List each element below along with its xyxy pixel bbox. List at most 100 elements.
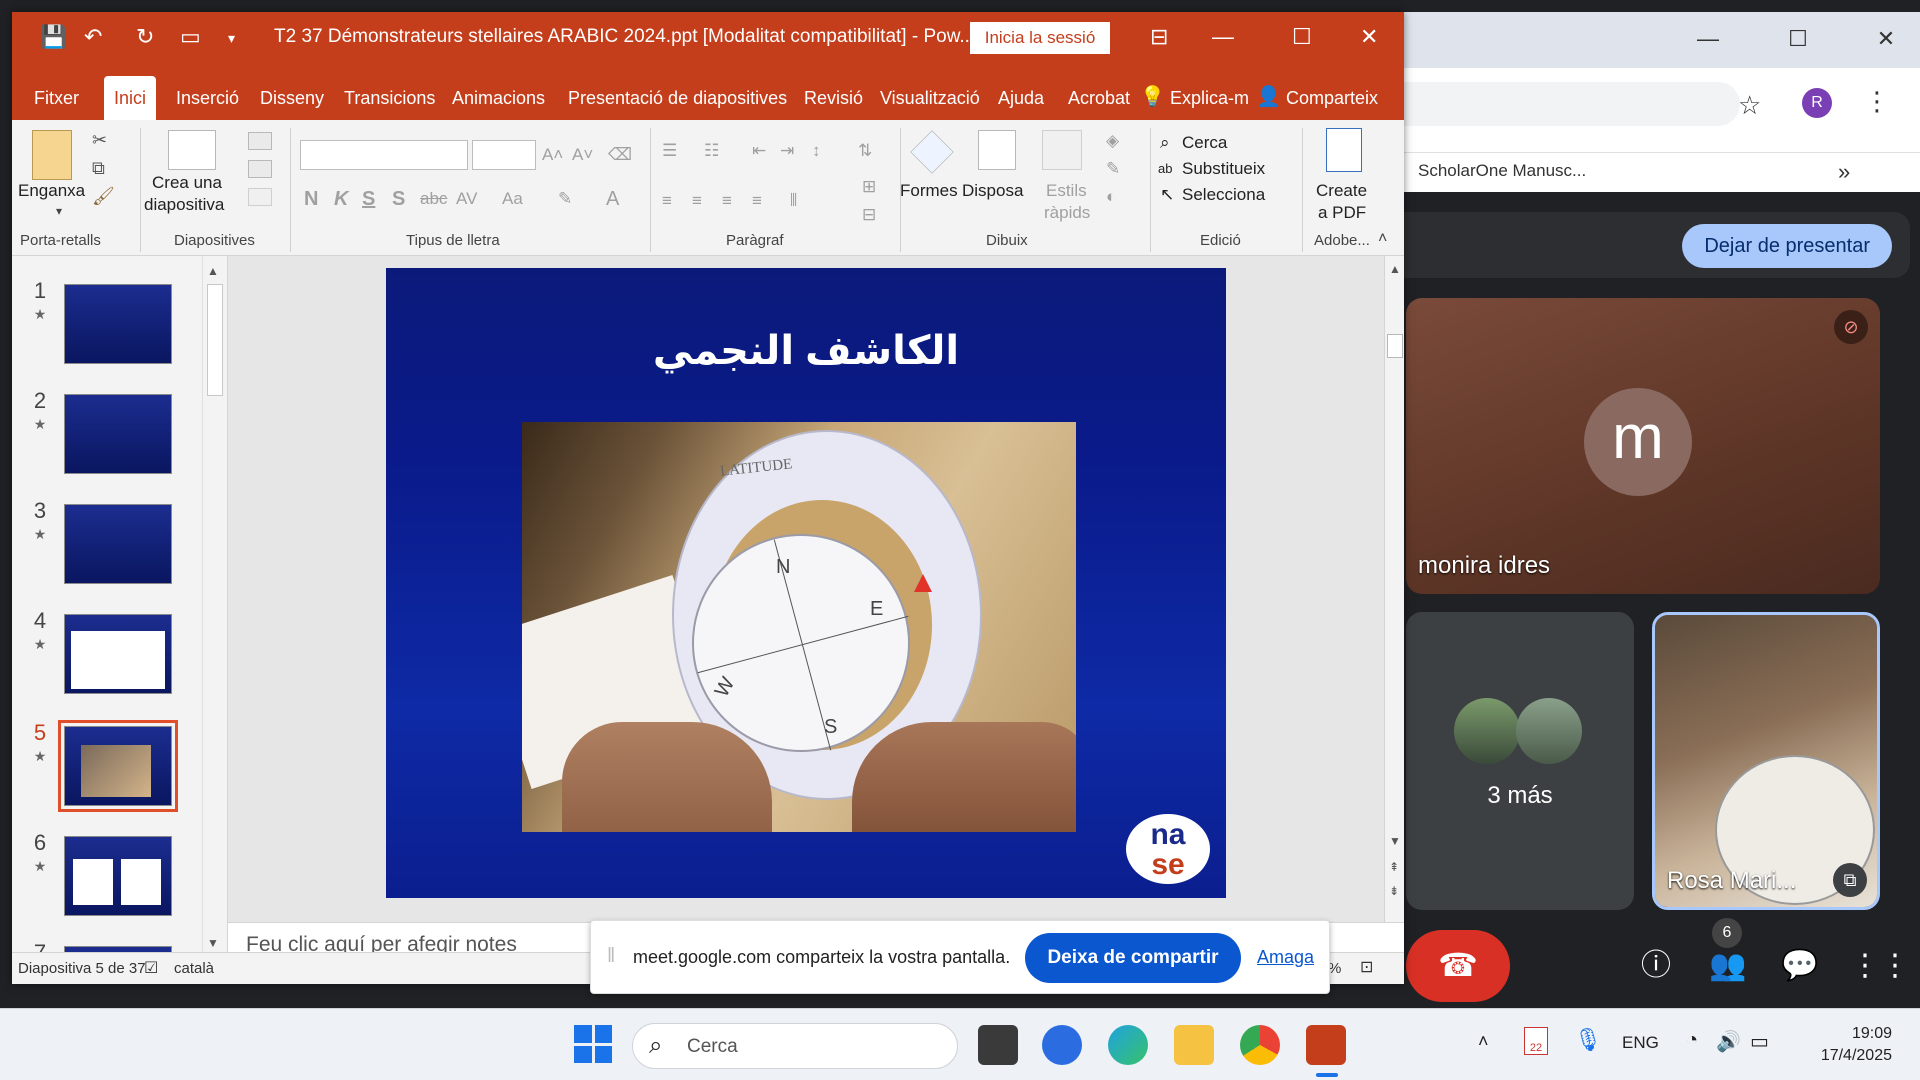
stop-presenting-button[interactable]: Dejar de presentar bbox=[1682, 224, 1892, 268]
section-icon[interactable] bbox=[248, 188, 272, 206]
shapes-button[interactable]: Formes bbox=[900, 180, 958, 202]
quick-styles-button[interactable]: Estils bbox=[1046, 180, 1087, 202]
underline-button[interactable]: S bbox=[362, 188, 375, 210]
columns-icon[interactable]: ⫴ bbox=[790, 190, 797, 212]
font-name-box[interactable] bbox=[300, 140, 468, 170]
increase-indent-icon[interactable]: ⇥ bbox=[780, 140, 794, 162]
tab-file[interactable]: Fitxer bbox=[24, 76, 89, 120]
more-bookmarks-icon[interactable]: » bbox=[1838, 159, 1850, 185]
slide-thumbnail[interactable] bbox=[64, 394, 172, 474]
tray-chevron-icon[interactable]: ˄ bbox=[1478, 1031, 1489, 1052]
shape-outline-icon[interactable]: ✎ bbox=[1106, 158, 1120, 180]
shape-fill-icon[interactable]: ◈ bbox=[1106, 130, 1119, 152]
smartart-icon[interactable]: ⊟ bbox=[862, 204, 876, 226]
scroll-up-icon[interactable]: ▲ bbox=[207, 264, 219, 278]
scroll-thumb[interactable] bbox=[207, 284, 223, 396]
previous-slide-icon[interactable]: ⇞ bbox=[1389, 860, 1399, 874]
tab-acrobat[interactable]: Acrobat bbox=[1058, 76, 1140, 120]
powerpoint-icon[interactable] bbox=[1306, 1025, 1346, 1065]
align-right-icon[interactable]: ≡ bbox=[722, 190, 732, 212]
font-size-box[interactable] bbox=[472, 140, 536, 170]
scroll-down-icon[interactable]: ▼ bbox=[207, 936, 219, 950]
start-icon[interactable] bbox=[574, 1025, 612, 1063]
reset-icon[interactable] bbox=[248, 160, 272, 178]
close-icon[interactable]: ✕ bbox=[1868, 26, 1904, 54]
shrink-font-icon[interactable]: A˅ bbox=[572, 144, 593, 166]
scroll-down-icon[interactable]: ▼ bbox=[1389, 834, 1401, 848]
tab-transitions[interactable]: Transicions bbox=[334, 76, 445, 120]
tab-review[interactable]: Revisió bbox=[794, 76, 873, 120]
paste-icon[interactable] bbox=[32, 130, 72, 180]
arrange-button[interactable]: Disposa bbox=[962, 180, 1023, 202]
tab-home[interactable]: Inici bbox=[104, 76, 157, 120]
current-slide[interactable]: الكاشف النجمي N E S W LATITUDE na se bbox=[386, 268, 1226, 898]
file-explorer-icon[interactable] bbox=[1174, 1025, 1214, 1065]
new-slide-icon[interactable] bbox=[168, 130, 216, 170]
create-pdf-button[interactable]: Create bbox=[1316, 180, 1367, 202]
numbering-icon[interactable]: ☷ bbox=[704, 140, 719, 162]
paste-button[interactable]: Enganxa bbox=[18, 180, 85, 202]
new-slide-button[interactable]: Crea una bbox=[152, 172, 222, 194]
replace-button[interactable]: Substitueix bbox=[1182, 158, 1265, 180]
accessibility-icon[interactable]: ☑ bbox=[144, 958, 158, 978]
scroll-up-icon[interactable]: ▲ bbox=[1389, 262, 1401, 276]
select-button[interactable]: Selecciona bbox=[1182, 184, 1265, 206]
undo-icon[interactable]: ↶ bbox=[84, 24, 102, 50]
cut-icon[interactable]: ✂ bbox=[92, 130, 107, 151]
tab-view[interactable]: Visualització bbox=[870, 76, 990, 120]
arrange-icon[interactable] bbox=[978, 130, 1016, 170]
meeting-info-icon[interactable]: ⓘ bbox=[1634, 944, 1678, 988]
chat-icon[interactable]: 💬 bbox=[1778, 944, 1822, 988]
justify-icon[interactable]: ≡ bbox=[752, 190, 762, 212]
italic-button[interactable]: K bbox=[334, 188, 348, 210]
battery-icon[interactable]: ▭ bbox=[1750, 1029, 1769, 1054]
chrome-icon[interactable] bbox=[1240, 1025, 1280, 1065]
stop-sharing-button[interactable]: Deixa de compartir bbox=[1025, 933, 1241, 983]
slide-scrollbar[interactable]: ▲ ▼ ⇞ ⇟ bbox=[1384, 256, 1404, 922]
signin-button[interactable]: Inicia la sessió bbox=[970, 22, 1110, 54]
redo-icon[interactable]: ↻ bbox=[136, 24, 154, 50]
participant-tile-main[interactable]: m ⊘ monira idres bbox=[1406, 298, 1880, 594]
profile-avatar[interactable]: R bbox=[1802, 88, 1832, 118]
quick-styles-button-line2[interactable]: ràpids bbox=[1044, 202, 1090, 224]
customize-qat-icon[interactable]: ▾ bbox=[228, 30, 235, 47]
tab-design[interactable]: Disseny bbox=[250, 76, 334, 120]
tab-tell-me[interactable]: Explica-m bbox=[1160, 76, 1259, 120]
participant-tile-self[interactable]: Rosa Mari... ⧉ bbox=[1652, 612, 1880, 910]
slide-thumbnail[interactable] bbox=[64, 284, 172, 364]
clock[interactable]: 19:09 17/4/2025 bbox=[1821, 1023, 1892, 1067]
font-color-icon[interactable]: A bbox=[606, 188, 619, 210]
slide-title[interactable]: الكاشف النجمي bbox=[386, 328, 1226, 374]
clear-format-icon[interactable]: ⌫ bbox=[608, 144, 632, 166]
slide-photo[interactable]: N E S W LATITUDE bbox=[522, 422, 1076, 832]
thumbnails-scrollbar[interactable]: ▲ ▼ bbox=[202, 256, 226, 952]
line-spacing-icon[interactable]: ↕ bbox=[812, 140, 821, 162]
pip-icon[interactable]: ⧉ bbox=[1833, 863, 1867, 897]
minimize-icon[interactable]: — bbox=[1690, 26, 1726, 54]
participant-tile-more[interactable]: 3 más bbox=[1406, 612, 1634, 910]
change-case-button[interactable]: Aa bbox=[502, 188, 523, 210]
collapse-ribbon-icon[interactable]: ˄ bbox=[1378, 230, 1387, 248]
zoom-percent[interactable]: % bbox=[1328, 960, 1341, 977]
text-direction-icon[interactable]: ⇅ bbox=[858, 140, 872, 162]
calendar-badge-icon[interactable]: 22 bbox=[1524, 1027, 1548, 1055]
language-status[interactable]: català bbox=[174, 960, 214, 977]
decrease-indent-icon[interactable]: ⇤ bbox=[752, 140, 766, 162]
shapes-icon[interactable] bbox=[910, 130, 954, 174]
quick-styles-icon[interactable] bbox=[1042, 130, 1082, 170]
wifi-icon[interactable]: ◔ bbox=[1686, 1029, 1698, 1052]
slide-thumbnail[interactable] bbox=[64, 836, 172, 916]
align-center-icon[interactable]: ≡ bbox=[692, 190, 702, 212]
minimize-icon[interactable]: — bbox=[1212, 24, 1234, 50]
format-painter-icon[interactable]: 🖌 bbox=[92, 186, 115, 207]
highlight-icon[interactable]: ✎ bbox=[558, 188, 572, 210]
leave-call-button[interactable]: ☎ bbox=[1406, 930, 1510, 1002]
task-view-icon[interactable] bbox=[978, 1025, 1018, 1065]
taskbar-search[interactable]: ⌕ Cerca bbox=[632, 1023, 958, 1069]
edge-icon[interactable] bbox=[1108, 1025, 1148, 1065]
input-language[interactable]: ENG bbox=[1622, 1033, 1659, 1053]
find-button[interactable]: Cerca bbox=[1182, 132, 1227, 154]
microphone-icon[interactable]: 🎙 bbox=[1574, 1027, 1602, 1053]
create-pdf-icon[interactable] bbox=[1326, 128, 1362, 172]
grow-font-icon[interactable]: A˄ bbox=[542, 144, 563, 166]
